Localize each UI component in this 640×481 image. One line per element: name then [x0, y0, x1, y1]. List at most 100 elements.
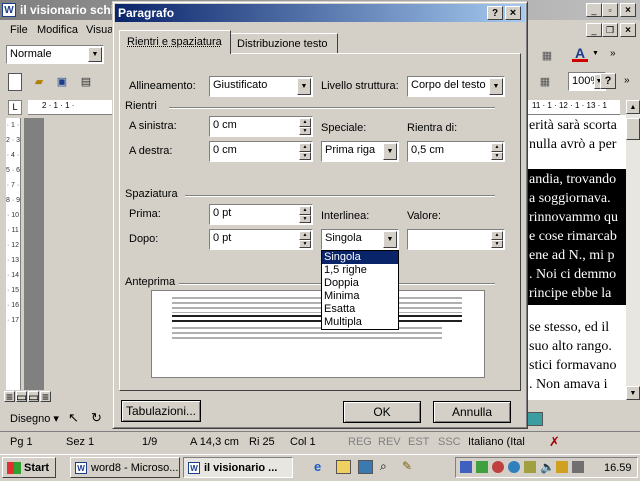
scroll-down-button[interactable]: ▼: [626, 386, 640, 400]
status-rev[interactable]: REV: [378, 436, 401, 448]
line-spacing-option-minima[interactable]: Minima: [322, 290, 398, 303]
indent-by-input[interactable]: 0,5 cm ▲ ▼: [407, 141, 505, 162]
save-icon[interactable]: ▣: [54, 73, 70, 89]
doc-line-selected: . Noi ci demmo: [529, 267, 616, 283]
word-close-button[interactable]: ×: [620, 3, 636, 17]
right-indent-input[interactable]: 0 cm ▲ ▼: [209, 141, 313, 162]
doc-line-selected: andia, trovando: [529, 172, 616, 188]
volume-icon[interactable]: 🔈: [540, 460, 555, 474]
select-objects-icon[interactable]: ↖: [68, 410, 79, 426]
dialog-help-button[interactable]: ?: [487, 6, 503, 20]
menubar-minimize-button[interactable]: _: [586, 23, 602, 37]
free-rotate-icon[interactable]: ↻: [91, 410, 102, 426]
spelling-status-icon[interactable]: ✗: [549, 434, 560, 450]
tray-icon[interactable]: [508, 461, 520, 473]
chevron-down-icon[interactable]: ▼: [383, 143, 397, 160]
notepad-icon[interactable]: ✎: [402, 459, 412, 473]
line-spacing-select[interactable]: Singola ▼: [321, 229, 399, 250]
left-indent-input[interactable]: 0 cm ▲ ▼: [209, 116, 313, 137]
doc-line: se stesso, ed il: [529, 320, 609, 336]
toolbar-more-icon-2[interactable]: »: [624, 75, 630, 86]
font-color-icon[interactable]: A: [572, 46, 588, 62]
view-buttons[interactable]: ≡ ▭ ▭ ≡: [4, 391, 52, 403]
paragraph-dialog: Paragrafo ? × Rientri e spaziatura Distr…: [112, 1, 528, 429]
table-icon[interactable]: ▦: [537, 73, 553, 89]
search-icon[interactable]: ⌕: [380, 459, 387, 474]
scroll-thumb[interactable]: [626, 118, 640, 140]
3d-icon[interactable]: [527, 412, 543, 426]
print-icon[interactable]: ▤: [78, 73, 94, 89]
menubar-close-button[interactable]: ×: [620, 23, 636, 37]
before-spinner[interactable]: ▲ ▼: [299, 206, 311, 223]
tab-selector[interactable]: L: [8, 100, 22, 115]
tray-icon[interactable]: [572, 461, 584, 473]
at-input[interactable]: ▲ ▼: [407, 229, 505, 250]
line-spacing-option-multipla[interactable]: Multipla: [322, 316, 398, 329]
doc-line: suo alto rango.: [529, 339, 612, 355]
vertical-scrollbar[interactable]: ▲ ▼: [626, 100, 640, 400]
menu-visualizza[interactable]: Visua: [86, 24, 113, 36]
open-folder-icon[interactable]: ▰: [31, 73, 47, 89]
tray-icon[interactable]: [476, 461, 488, 473]
font-color-dropdown[interactable]: ▼: [592, 50, 599, 57]
scroll-up-button[interactable]: ▲: [626, 100, 640, 114]
tray-icon[interactable]: [556, 461, 568, 473]
ok-button[interactable]: OK: [343, 401, 421, 423]
word-app-icon[interactable]: W: [2, 3, 16, 17]
chevron-down-icon[interactable]: ▼: [383, 231, 397, 248]
chevron-down-icon[interactable]: ▼: [88, 47, 102, 62]
desktop-icon[interactable]: [358, 460, 373, 474]
dialog-close-button[interactable]: ×: [505, 6, 521, 20]
line-spacing-option-1-5[interactable]: 1,5 righe: [322, 264, 398, 277]
tray-icon[interactable]: [460, 461, 472, 473]
indent-by-spinner[interactable]: ▲ ▼: [491, 143, 503, 160]
chevron-down-icon[interactable]: ▼: [297, 78, 311, 95]
tray-icon[interactable]: [524, 461, 536, 473]
line-spacing-option-esatta[interactable]: Esatta: [322, 303, 398, 316]
menu-file[interactable]: File: [10, 24, 28, 36]
task-visionario[interactable]: W il visionario ...: [183, 457, 293, 478]
tabs-button[interactable]: Tabulazioni...: [121, 400, 201, 422]
line-spacing-label: Interlinea:: [321, 210, 369, 222]
cancel-button[interactable]: Annulla: [433, 401, 511, 423]
word-maximize-button[interactable]: ▫: [602, 3, 618, 17]
vertical-ruler[interactable]: · 1 · 2 · 3 · 4 · 5 · 6 · 7 · 8 · 9 · 10…: [6, 118, 21, 390]
before-input[interactable]: 0 pt ▲ ▼: [209, 204, 313, 225]
menu-modifica[interactable]: Modifica: [37, 24, 78, 36]
special-select[interactable]: Prima riga ▼: [321, 141, 399, 162]
status-rec[interactable]: REG: [348, 436, 372, 448]
tray-icon[interactable]: [492, 461, 504, 473]
preview-lines-before: [172, 297, 462, 313]
after-spinner[interactable]: ▲ ▼: [299, 231, 311, 248]
tab-rientri[interactable]: Rientri e spaziatura: [119, 30, 231, 54]
dialog-title-bar[interactable]: [115, 4, 525, 22]
status-ext[interactable]: EST: [408, 436, 429, 448]
outline-level-select[interactable]: Corpo del testo ▼: [407, 76, 505, 97]
task-word8[interactable]: W word8 - Microso...: [70, 457, 180, 478]
border-icon[interactable]: ▦: [539, 47, 555, 63]
alignment-select[interactable]: Giustificato ▼: [209, 76, 313, 97]
after-input[interactable]: 0 pt ▲ ▼: [209, 229, 313, 250]
document-page[interactable]: erità sarà scorta nulla avrò a per andia…: [527, 115, 627, 400]
at-spinner[interactable]: ▲ ▼: [491, 231, 503, 248]
ie-icon[interactable]: e: [314, 459, 321, 474]
toolbar-more-icon[interactable]: »: [610, 48, 616, 59]
left-indent-spinner[interactable]: ▲ ▼: [299, 118, 311, 135]
new-document-icon[interactable]: [8, 73, 22, 91]
line-spacing-option-doppia[interactable]: Doppia: [322, 277, 398, 290]
help-icon[interactable]: ?: [600, 73, 616, 89]
menubar-restore-button[interactable]: ❐: [602, 23, 618, 37]
chevron-down-icon[interactable]: ▼: [489, 78, 503, 95]
status-ovr[interactable]: SSC: [438, 436, 461, 448]
style-box[interactable]: Normale ▼: [6, 45, 104, 64]
start-button[interactable]: Start: [2, 457, 56, 478]
right-indent-spinner[interactable]: ▲ ▼: [299, 143, 311, 160]
quick-launch: e ⌕ ✎: [312, 458, 422, 476]
outlook-icon[interactable]: [336, 460, 351, 474]
indent-by-label: Rientra di:: [407, 122, 457, 134]
tab-distribuzione[interactable]: Distribuzione testo: [231, 33, 338, 53]
word-minimize-button[interactable]: _: [586, 3, 602, 17]
drawing-menu[interactable]: Disegno ▾: [10, 412, 59, 425]
line-spacing-option-singola[interactable]: Singola: [322, 251, 398, 264]
clock[interactable]: 16.59: [604, 462, 632, 474]
